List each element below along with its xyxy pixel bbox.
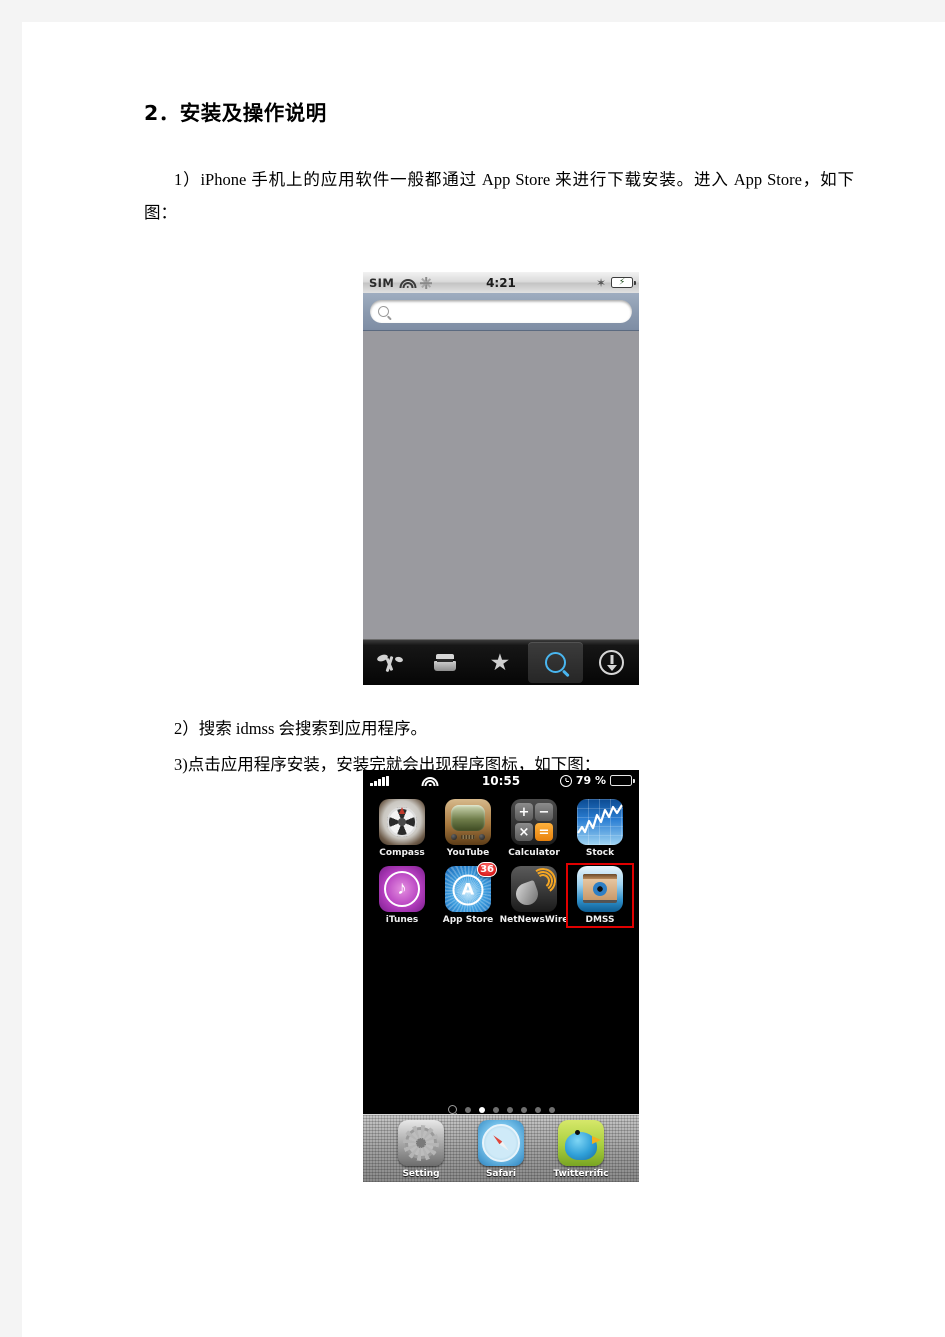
page-indicator: [363, 1105, 639, 1114]
document-page: 2．安装及操作说明 1）iPhone 手机上的应用软件一般都通过 App Sto…: [22, 22, 945, 1337]
app-label: Setting: [402, 1169, 440, 1179]
search-icon[interactable]: [447, 1105, 457, 1114]
paragraph-1-index: 1）: [174, 169, 201, 189]
home-icon-grid: Compass YouTube + − × = Calculator Stock…: [363, 791, 639, 928]
status-badge: 36: [477, 862, 497, 877]
dock-item-twitterrific[interactable]: Twitterrific: [550, 1120, 612, 1179]
page-dot[interactable]: [506, 1106, 513, 1113]
stock-app-icon: [577, 799, 623, 845]
home-dock: Setting Safari Twitterrific: [363, 1114, 639, 1182]
search-input[interactable]: [370, 300, 632, 323]
calc-key: +: [515, 803, 533, 821]
app-icon-youtube[interactable]: YouTube: [437, 799, 499, 858]
stock-chart-line: [577, 804, 623, 834]
app-label: DMSS: [585, 915, 615, 925]
alarm-clock-icon: [559, 774, 572, 787]
paragraph-2-index: 2）: [174, 718, 199, 738]
page-dot[interactable]: [478, 1106, 485, 1113]
featured-icon: [376, 652, 404, 672]
app-icon-stock[interactable]: Stock: [569, 799, 631, 858]
calc-key: =: [535, 823, 553, 841]
paragraph-1: 1）iPhone 手机上的应用软件一般都通过 App Store 来进行下载安装…: [144, 163, 854, 229]
paragraph-2-text: 搜索 idmss 会搜索到应用程序。: [198, 718, 428, 738]
paragraph-3-index: 3): [174, 754, 188, 774]
paragraph-1-text: iPhone 手机上的应用软件一般都通过 App Store 来进行下载安装。进…: [144, 169, 854, 222]
calculator-app-icon: + − × =: [511, 799, 557, 845]
tab-updates[interactable]: [584, 640, 639, 685]
icon-row: ♪ iTunes A 36 App Store NetNewsWire DMSS: [371, 862, 634, 928]
app-icon-compass[interactable]: Compass: [371, 799, 433, 858]
compass-app-icon: [379, 799, 425, 845]
twitterrific-app-icon: [558, 1120, 604, 1166]
app-label: iTunes: [385, 915, 419, 925]
appstore-search-bar: [363, 293, 639, 331]
appstore-screenshot: SIM 4:21 ✶ ⚡ ★: [363, 272, 639, 685]
app-icon-itunes[interactable]: ♪ iTunes: [371, 866, 433, 925]
itunes-app-icon: ♪: [379, 866, 425, 912]
clock-label: 4:21: [486, 275, 516, 290]
app-label: Twitterrific: [553, 1169, 609, 1179]
calc-key: ×: [515, 823, 533, 841]
app-icon-appstore[interactable]: A 36 App Store: [437, 862, 499, 925]
home-status-bar: 10:55 79 %: [363, 770, 639, 791]
page-dot[interactable]: [548, 1106, 555, 1113]
search-icon: [378, 306, 389, 317]
dock-item-safari[interactable]: Safari: [470, 1120, 532, 1179]
youtube-app-icon: [445, 799, 491, 845]
app-label: YouTube: [446, 848, 490, 858]
app-label: App Store: [442, 915, 494, 925]
dmss-app-icon: [577, 866, 623, 912]
categories-icon: [434, 654, 457, 671]
netnewswire-app-icon: [511, 866, 557, 912]
home-screen-screenshot: 10:55 79 % Compass YouTube + − × = Calcu…: [363, 770, 639, 1182]
app-label: Compass: [379, 848, 425, 858]
document-body: 2．安装及操作说明 1）iPhone 手机上的应用软件一般都通过 App Sto…: [144, 100, 854, 229]
settings-app-icon: [398, 1120, 444, 1166]
tab-featured[interactable]: [363, 640, 418, 685]
appstore-content-area: [363, 331, 639, 641]
appstore-tab-bar: ★: [363, 639, 639, 685]
app-icon-netnewswire[interactable]: NetNewsWire: [500, 866, 568, 925]
appstore-status-bar: SIM 4:21 ✶ ⚡: [363, 272, 639, 293]
calc-key: −: [535, 803, 553, 821]
app-label: NetNewsWire: [499, 915, 569, 925]
battery-charging-icon: ⚡: [611, 277, 636, 288]
page-dot[interactable]: [520, 1106, 527, 1113]
page-dot[interactable]: [534, 1106, 541, 1113]
dock-item-setting[interactable]: Setting: [390, 1120, 452, 1179]
safari-app-icon: [478, 1120, 524, 1166]
icon-row: Compass YouTube + − × = Calculator Stock: [371, 799, 631, 858]
app-label: Stock: [585, 848, 615, 858]
download-arrow-icon: [599, 650, 625, 675]
page-dot[interactable]: [492, 1106, 499, 1113]
page-title: 2．安装及操作说明: [144, 101, 327, 125]
paragraph-2: 2）搜索 idmss 会搜索到应用程序。: [144, 713, 854, 744]
tab-categories[interactable]: [418, 640, 473, 685]
tab-search[interactable]: [528, 642, 584, 683]
star-icon: ★: [489, 650, 511, 675]
page-dot[interactable]: [464, 1106, 471, 1113]
battery-icon: [610, 775, 635, 786]
app-icon-dmss[interactable]: DMSS: [566, 863, 634, 928]
tab-top25[interactable]: ★: [473, 640, 528, 685]
app-icon-calculator[interactable]: + − × = Calculator: [503, 799, 565, 858]
clock-label: 10:55: [481, 773, 521, 788]
search-icon: [545, 652, 567, 673]
app-label: Safari: [485, 1169, 517, 1179]
app-label: Calculator: [508, 848, 560, 858]
